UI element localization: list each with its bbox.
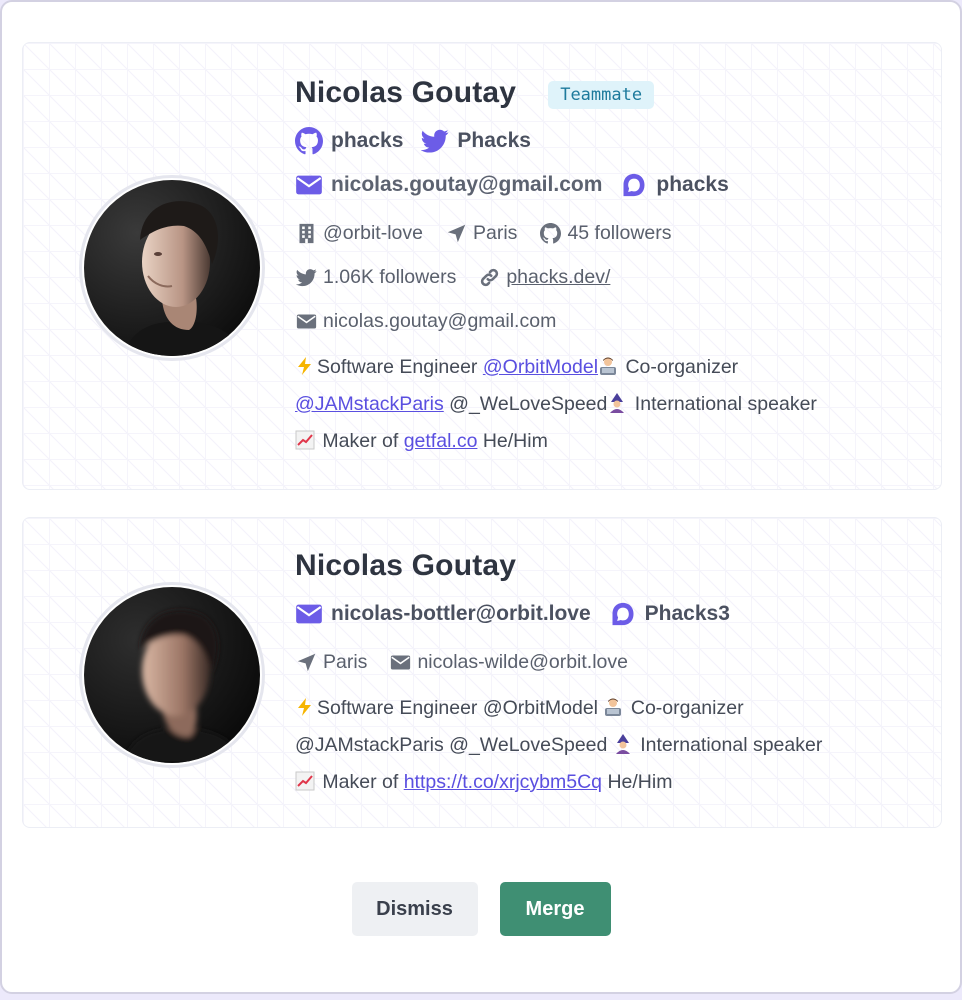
link-icon [478,266,500,288]
bio-text: He/Him [477,430,548,452]
github-followers-label: 45 followers [567,221,672,244]
bio-line-2: @JAMstackParis @_WeLoveSpeed Internation… [295,386,921,423]
github-icon [295,127,323,155]
website-link[interactable]: phacks.dev/ [506,266,610,289]
bio-text: @_WeLoveSpeed [443,393,608,415]
twitter-followers: 1.06K followers [295,266,456,289]
twitter-icon [421,127,449,155]
github-handle: phacks [331,129,404,152]
avatar-photo [84,180,260,356]
bio: Software Engineer @OrbitModel Co-organiz… [295,690,921,801]
merge-button[interactable]: Merge [499,882,611,936]
website[interactable]: phacks.dev/ [478,266,610,289]
dismiss-button[interactable]: Dismiss [351,882,478,936]
chart-emoji [295,426,315,450]
twitter-followers-label: 1.06K followers [323,265,457,288]
bio-text: Software Engineer [317,356,483,378]
lightning-emoji [295,352,315,375]
twitter-identity[interactable]: Phacks [421,127,531,155]
github-followers: 45 followers [539,221,672,245]
bio-line-2: @JAMstackParis @_WeLoveSpeed Internation… [295,727,921,764]
bio-text: He/Him [602,771,673,793]
avatar-photo [84,587,260,763]
bio-line-3: Maker of getfal.co He/Him [295,423,921,460]
jamstackparis-link[interactable]: @JAMstackParis [295,393,444,415]
location: Paris [445,222,517,245]
bio-text: Maker of [317,771,404,793]
discourse-identity[interactable]: phacks [620,171,729,199]
discourse-handle: Phacks3 [644,602,730,625]
envelope-icon [295,600,323,628]
orbitmodel-link[interactable]: @OrbitModel [483,356,598,378]
email-identity[interactable]: nicolas.goutay@gmail.com [295,171,602,199]
technologist-emoji [603,693,623,716]
profile-card-primary: Nicolas Goutay Teammate phacks Phacks ni… [22,42,942,490]
bio-line-1: Software Engineer @OrbitModel Co-organiz… [295,690,921,727]
company-label: @orbit-love [323,221,423,244]
location-arrow-icon [445,222,467,244]
email-meta: nicolas-wilde@orbit.love [389,651,628,674]
github-identity[interactable]: phacks [295,127,403,155]
location: Paris [295,651,367,674]
email-identity[interactable]: nicolas-bottler@orbit.love [295,600,591,628]
avatar [79,582,265,768]
profile-name: Nicolas Goutay [295,549,517,582]
chart-emoji [295,767,315,791]
bio-text: @JAMstackParis @_WeLoveSpeed [295,734,613,756]
discourse-icon [620,171,648,199]
discourse-identity[interactable]: Phacks3 [609,600,730,628]
email-address: nicolas-bottler@orbit.love [331,602,591,625]
bio-line-1: Software Engineer @OrbitModel Co-organiz… [295,349,921,386]
teammate-badge: Teammate [548,81,655,109]
mage-emoji [613,730,633,754]
getfal-link[interactable]: getfal.co [404,430,478,452]
email-meta: nicolas.goutay@gmail.com [295,310,556,333]
github-icon [539,222,561,244]
tco-link[interactable]: https://t.co/xrjcybm5Cq [404,771,602,793]
email-address: nicolas.goutay@gmail.com [331,173,603,196]
merge-suggestion-modal: Nicolas Goutay Teammate phacks Phacks ni… [0,0,962,994]
discourse-handle: phacks [656,173,729,196]
discourse-icon [609,600,637,628]
envelope-icon [295,310,317,332]
building-icon [295,222,317,244]
action-bar: Dismiss Merge [2,882,960,936]
bio-text: Co-organizer [620,356,739,378]
bio-text: Co-organizer [625,697,744,719]
lightning-emoji [295,693,315,716]
bio-text: Software Engineer @OrbitModel [317,697,604,719]
avatar [79,175,265,361]
twitter-handle: Phacks [457,129,531,152]
bio-text: International speaker [634,734,823,756]
bio-text: International speaker [629,393,817,415]
location-label: Paris [473,221,518,244]
email-label: nicolas-wilde@orbit.love [417,650,628,673]
envelope-icon [389,651,411,673]
profile-name: Nicolas Goutay [295,76,517,109]
location-label: Paris [323,650,368,673]
email-label: nicolas.goutay@gmail.com [323,309,557,332]
twitter-icon [295,266,317,288]
location-arrow-icon [295,651,317,673]
bio-line-3: Maker of https://t.co/xrjcybm5Cq He/Him [295,764,921,801]
bio: Software Engineer @OrbitModel Co-organiz… [295,349,921,460]
profile-card-duplicate: Nicolas Goutay nicolas-bottler@orbit.lov… [22,517,942,828]
mage-emoji [607,389,627,413]
bio-text: Maker of [317,430,404,452]
technologist-emoji [598,352,618,375]
envelope-icon [295,171,323,199]
company: @orbit-love [295,222,423,245]
